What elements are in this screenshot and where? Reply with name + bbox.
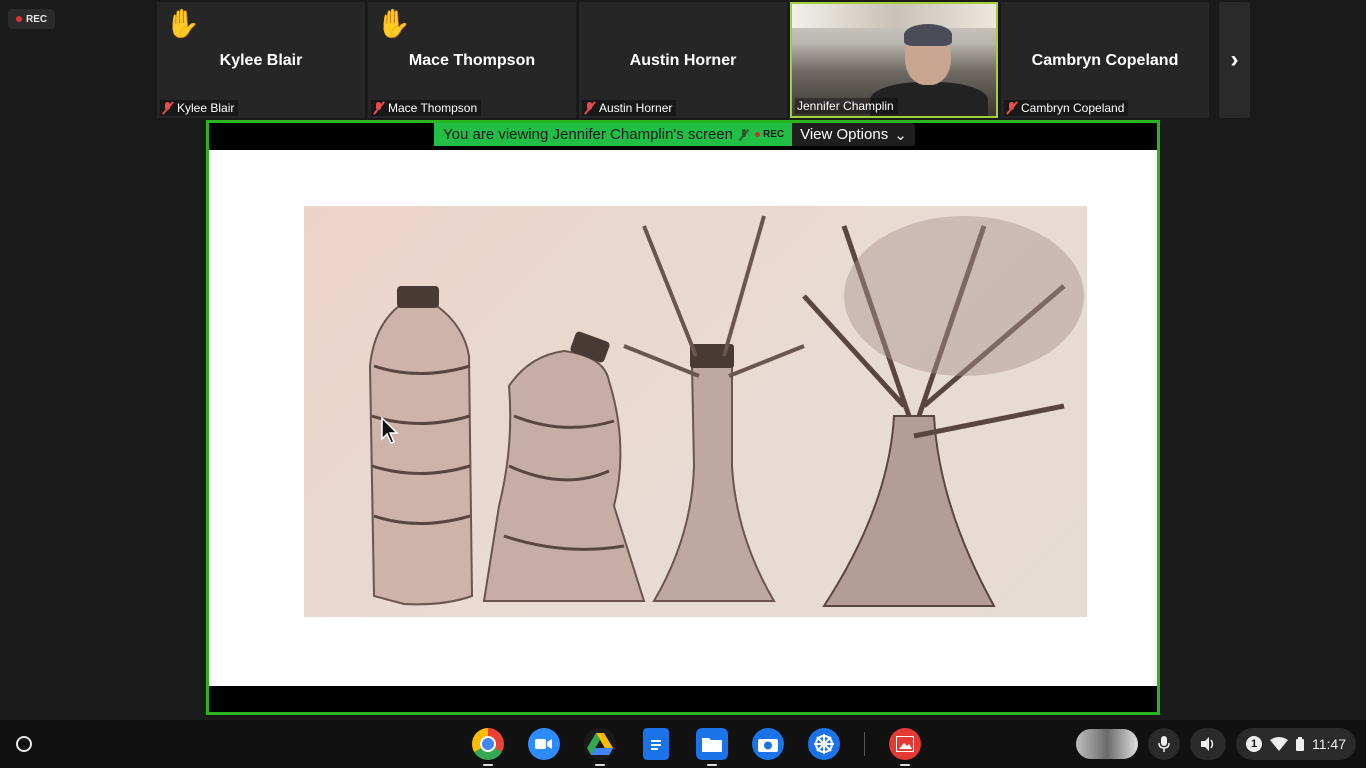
dictation-button[interactable] — [1148, 728, 1180, 760]
zoom-icon[interactable] — [528, 728, 560, 760]
participant-name: Austin Horner — [629, 52, 737, 69]
shared-slide — [209, 150, 1157, 686]
google-drive-icon[interactable] — [584, 728, 616, 766]
speaker-icon — [1201, 737, 1214, 751]
participant-tile-jennifer-champlin[interactable]: Jennifer Champlin — [790, 2, 998, 118]
participant-tile-kylee-blair[interactable]: ✋ Kylee Blair Kylee Blair — [157, 2, 365, 118]
gallery-icon[interactable] — [889, 728, 921, 766]
battery-icon — [1296, 737, 1304, 751]
shelf-divider — [864, 732, 865, 756]
microphone-icon — [1158, 736, 1170, 752]
raised-hand-icon: ✋ — [376, 8, 411, 39]
screen-share-banner: You are viewing Jennifer Champlin's scre… — [434, 123, 915, 146]
banner-rec-label: REC — [762, 129, 785, 140]
participant-label-text: Kylee Blair — [177, 101, 235, 115]
mic-muted-icon — [373, 101, 385, 115]
status-area[interactable]: 1 11:47 — [1236, 728, 1356, 760]
shared-screen: You are viewing Jennifer Champlin's scre… — [206, 120, 1160, 715]
banner-rec-indicator: REC — [754, 129, 785, 140]
mic-muted-icon — [584, 101, 596, 115]
google-docs-icon[interactable] — [643, 728, 669, 760]
files-icon[interactable] — [696, 728, 728, 766]
holding-space-thumbnail[interactable] — [1076, 729, 1138, 759]
viewing-text: You are viewing Jennifer Champlin's scre… — [443, 126, 733, 143]
mic-muted-icon — [162, 101, 174, 115]
chevron-down-icon: ⌄ — [894, 126, 907, 144]
participant-tile-austin-horner[interactable]: Austin Horner Austin Horner — [579, 2, 787, 118]
participant-label-text: Cambryn Copeland — [1021, 101, 1125, 115]
mic-muted-icon — [739, 128, 749, 142]
participant-strip: ✋ Kylee Blair Kylee Blair ✋ Mace Thompso… — [157, 2, 1209, 118]
system-tray: 1 11:47 — [1076, 728, 1356, 760]
launcher-button[interactable] — [10, 730, 38, 758]
record-dot-icon — [754, 132, 760, 137]
shared-drawing-image — [304, 206, 1087, 617]
recording-indicator[interactable]: REC — [8, 9, 56, 29]
participant-label: Austin Horner — [582, 100, 677, 116]
settings-wheel-icon[interactable] — [808, 728, 840, 760]
viewing-banner: You are viewing Jennifer Champlin's scre… — [434, 123, 793, 146]
raised-hand-icon: ✋ — [165, 8, 200, 39]
select-to-speak-button[interactable] — [1190, 728, 1226, 760]
participant-name: Cambryn Copeland — [1031, 52, 1179, 69]
participant-label: Kylee Blair — [160, 100, 239, 116]
record-dot-icon — [16, 16, 22, 22]
view-options-button[interactable]: View Options ⌄ — [792, 123, 915, 146]
recording-label: REC — [26, 13, 48, 25]
drawing-sketch — [368, 215, 1084, 607]
next-page-arrow-icon[interactable]: › — [1219, 2, 1250, 118]
wifi-icon — [1270, 737, 1288, 751]
participant-tile-cambryn-copeland[interactable]: Cambryn Copeland Cambryn Copeland — [1001, 2, 1209, 118]
participant-tile-mace-thompson[interactable]: ✋ Mace Thompson Mace Thompson — [368, 2, 576, 118]
participant-name: Kylee Blair — [219, 52, 303, 69]
participant-label: Cambryn Copeland — [1004, 100, 1129, 116]
participant-label-text: Mace Thompson — [388, 101, 478, 115]
mic-muted-icon — [1006, 101, 1018, 115]
participant-label-text: Austin Horner — [599, 101, 673, 115]
participant-label: Jennifer Champlin — [795, 98, 898, 114]
camera-icon[interactable] — [752, 728, 784, 760]
view-options-label: View Options — [800, 126, 889, 143]
shelf-apps — [472, 728, 921, 766]
chrome-icon[interactable] — [472, 728, 504, 766]
notification-count: 1 — [1246, 736, 1262, 752]
participant-label: Mace Thompson — [371, 100, 482, 116]
participant-label-text: Jennifer Champlin — [797, 99, 894, 113]
screen: REC ✋ Kylee Blair Kylee Blair ✋ Mace Tho… — [0, 0, 1366, 768]
system-shelf: 1 11:47 — [0, 720, 1366, 768]
launcher-icon — [16, 736, 32, 752]
participant-name: Mace Thompson — [408, 52, 536, 69]
clock-time: 11:47 — [1312, 736, 1346, 752]
